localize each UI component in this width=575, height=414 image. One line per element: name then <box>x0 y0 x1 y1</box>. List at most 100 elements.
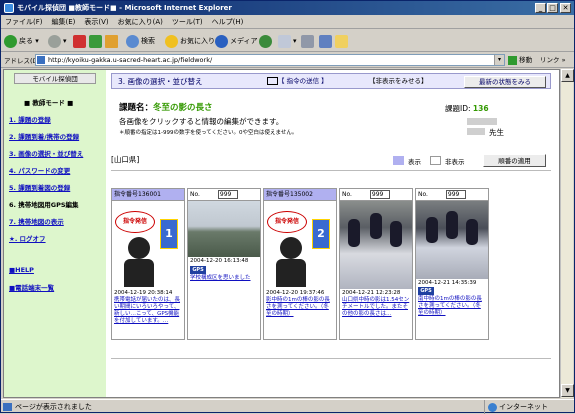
search-button[interactable]: 検索 <box>126 33 155 49</box>
menu-edit[interactable]: 編集(E) <box>52 18 76 26</box>
character-head <box>128 237 150 259</box>
card-date: 2004-12-21 14:35:39 <box>418 280 477 286</box>
folder-button[interactable] <box>335 33 350 49</box>
refresh-icon <box>89 34 102 48</box>
nav-item-phone-list[interactable]: ■電話端末一覧 <box>9 282 54 292</box>
menu-help[interactable]: ヘルプ(H) <box>212 18 244 26</box>
mail-button[interactable]: ▾ <box>278 33 297 49</box>
main-area: 3. 画像の選択・並び替え 【 指令の送信 】 【非表示をみせる】 最新の状態を… <box>111 70 559 397</box>
task-name: 冬至の影の長さ <box>153 103 213 113</box>
menu-favorites[interactable]: お気に入り(A) <box>118 18 163 26</box>
card-text-link[interactable]: 山口県中時の影は1.54センチメートルでした。またその他の影の長さは… <box>340 297 412 318</box>
edit-button[interactable] <box>319 33 334 49</box>
card-text-link[interactable]: 携帯電話が届いたのは、長い期間にいろいろやって、新しい…こって、GPS機能を付加… <box>112 297 184 325</box>
sidebar: モバイル探偵団 ■ 教師モード ■ 1. 課題の登録 2. 課題到着/携帯の登録… <box>4 70 106 397</box>
card-caption: 2004-12-20 16:13:48 <box>190 258 249 264</box>
scroll-up-arrow-icon[interactable]: ▲ <box>561 69 574 82</box>
refresh-button[interactable] <box>89 33 104 49</box>
minimize-button[interactable]: _ <box>535 3 546 13</box>
show-hidden-link[interactable]: 【非表示をみせる】 <box>369 74 428 89</box>
legend-hide-label: 非表示 <box>445 158 465 166</box>
card-text-link[interactable]: 南中時の1mの棒の影の長さを測ってください。（冬至の時期） <box>416 296 488 317</box>
teacher-name-redacted <box>467 118 497 125</box>
page-status-icon <box>3 403 12 411</box>
send-command-button[interactable]: 【 指令の送信 】 <box>267 74 328 89</box>
maximize-button[interactable]: □ <box>547 3 558 13</box>
student-figure <box>348 219 360 247</box>
back-arrow-icon <box>4 34 17 48</box>
image-card[interactable]: No. 999 2004-12-21 14:35:39 GPS 南中時の1mの棒… <box>415 188 489 340</box>
student-figure <box>446 211 458 239</box>
forward-arrow-icon <box>48 34 61 48</box>
photo-riverside[interactable] <box>188 201 260 257</box>
teacher-suffix: 先生 <box>489 128 504 137</box>
favorites-button[interactable]: お気に入り <box>165 33 215 49</box>
order-number-card: 2 <box>312 219 330 249</box>
nav-item-map-view[interactable]: 7. 携帯地図の表示 <box>9 216 64 226</box>
task-id: 課題ID: 136 <box>445 104 489 113</box>
character-head <box>280 237 302 259</box>
card-header: No. 999 <box>416 189 488 201</box>
image-card[interactable]: No. 999 2004-12-20 16:13:48 GPS 学校構成区を思い… <box>187 188 261 340</box>
nav-item-gps-edit[interactable]: 6. 携帯地図用GPS編集 <box>9 199 79 209</box>
card-header: 指令番号136001 <box>112 189 184 201</box>
home-button[interactable] <box>105 33 120 49</box>
teacher-name-redacted-2 <box>467 128 485 135</box>
menu-view[interactable]: 表示(V) <box>84 18 108 26</box>
links-button[interactable]: リンク » <box>540 54 566 66</box>
nav-item-task-register[interactable]: 1. 課題の登録 <box>9 114 51 124</box>
scroll-down-arrow-icon[interactable]: ▼ <box>561 384 574 397</box>
forward-button[interactable]: ▾ <box>48 33 67 49</box>
go-button[interactable]: 移動 <box>508 54 532 66</box>
address-input[interactable]: http://kyoiku-gakka.u-sacred-heart.ac.jp… <box>35 54 505 66</box>
menu-bar: ファイル(F) 編集(E) 表示(V) お気に入り(A) ツール(T) ヘルプ(H) <box>1 16 574 29</box>
card-date: 2004-12-19 20:38:14 <box>114 290 173 296</box>
image-card[interactable]: 指令番号136001 指令発信 1 2004-12-19 20:38:14 携帯… <box>111 188 185 340</box>
page-icon <box>37 56 45 64</box>
print-icon <box>301 34 314 48</box>
card-header: No. 999 <box>188 189 260 201</box>
order-input[interactable]: 999 <box>217 190 238 199</box>
system-name-button[interactable]: モバイル探偵団 <box>14 73 96 84</box>
nav-item-help[interactable]: ■HELP <box>9 266 34 274</box>
photo-students-sheet[interactable] <box>416 201 488 279</box>
nav-item-map-register[interactable]: 5. 課題到着図の登録 <box>9 182 70 192</box>
toolbar: 戻る ▾ ▾ 検索 お気に入り メディア ▾ <box>1 30 574 52</box>
card-text-link[interactable]: 学校構成区を思いました <box>188 275 260 282</box>
menu-tools[interactable]: ツール(T) <box>172 18 203 26</box>
character-body <box>124 259 154 287</box>
nav-item-image-select[interactable]: 3. 画像の選択・並び替え <box>9 148 83 158</box>
nav-item-logoff[interactable]: ★. ログオフ <box>9 233 46 243</box>
apply-order-button[interactable]: 順番の適用 <box>483 154 546 167</box>
student-figure <box>390 221 402 247</box>
address-bar: アドレス(D) http://kyoiku-gakka.u-sacred-hea… <box>1 53 574 68</box>
student-figure <box>426 217 438 243</box>
student-figure <box>466 219 478 245</box>
mail-icon <box>278 34 291 48</box>
history-button[interactable] <box>259 33 274 49</box>
title-bar: モバイル探偵団 ■教師モード■ - Microsoft Internet Exp… <box>1 1 574 15</box>
character-body <box>276 259 306 287</box>
order-input[interactable]: 999 <box>445 190 466 199</box>
image-card[interactable]: 指令番号135002 指令発信 2 2004-12-20 19:37:46 影中… <box>263 188 337 340</box>
card-text-link[interactable]: 影中時の1mの棒の影の長さを測ってください。（冬至の時期） <box>264 297 336 318</box>
stop-button[interactable] <box>73 33 88 49</box>
status-bar: ページが表示されました インターネット <box>1 399 574 414</box>
command-illustration[interactable]: 指令発信 2 <box>264 201 336 289</box>
back-button[interactable]: 戻る ▾ <box>4 33 39 49</box>
print-button[interactable] <box>301 33 316 49</box>
image-card[interactable]: No. 999 2004-12-21 12:23:28 山口県中時の影は1.54… <box>339 188 413 340</box>
vertical-scrollbar[interactable]: ▲ ▼ <box>560 69 574 398</box>
refresh-state-button[interactable]: 最新の状態をみる <box>464 76 546 88</box>
address-dropdown-button[interactable]: ▾ <box>494 55 504 65</box>
command-illustration[interactable]: 指令発信 1 <box>112 201 184 289</box>
photo-students-measuring[interactable] <box>340 201 412 289</box>
close-button[interactable]: ✕ <box>560 3 571 13</box>
media-button[interactable]: メディア <box>215 33 258 49</box>
home-icon <box>105 34 118 48</box>
order-input[interactable]: 999 <box>369 190 390 199</box>
nav-item-phone-register[interactable]: 2. 課題到着/携帯の登録 <box>9 131 79 141</box>
go-arrow-icon <box>508 55 517 65</box>
menu-file[interactable]: ファイル(F) <box>5 18 43 26</box>
nav-item-password[interactable]: 4. パスワードの変更 <box>9 165 70 175</box>
